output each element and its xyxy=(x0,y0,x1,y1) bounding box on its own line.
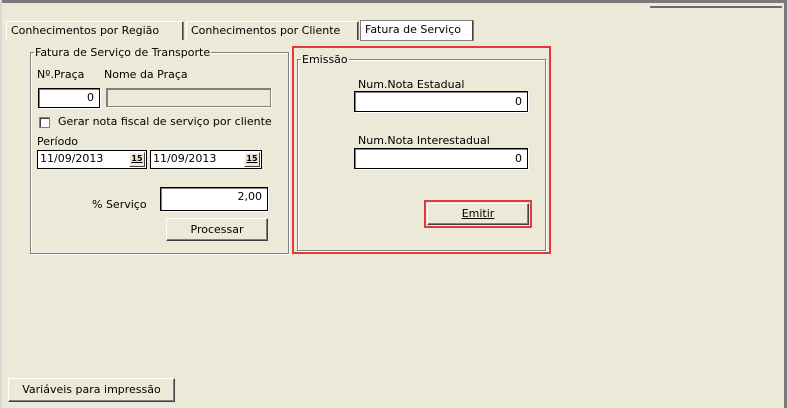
nota-interestadual-input[interactable]: 0 xyxy=(354,148,528,169)
window-left-border xyxy=(0,0,2,408)
praca-input[interactable]: 0 xyxy=(38,88,100,108)
tab-label: Conhecimentos por Região xyxy=(11,24,160,37)
nome-praca-label: Nome da Praça xyxy=(104,68,188,81)
date-start-value: 11/09/2013 xyxy=(40,152,104,165)
emitir-highlight-box xyxy=(424,200,532,228)
servico-label: % Serviço xyxy=(92,198,147,211)
nota-estadual-input[interactable]: 0 xyxy=(354,91,528,112)
variaveis-impressao-button[interactable]: Variáveis para impressão xyxy=(8,378,175,402)
processar-button[interactable]: Processar xyxy=(166,218,268,241)
praca-label: Nº.Praça xyxy=(37,68,85,81)
nota-estadual-label: Num.Nota Estadual xyxy=(358,78,465,91)
calendar-icon[interactable]: 15 xyxy=(129,152,145,167)
group-legend: Fatura de Serviço de Transporte xyxy=(35,46,211,59)
tab-conhecimentos-por-regiao[interactable]: Conhecimentos por Região xyxy=(6,21,184,40)
tab-label: Conhecimentos por Cliente xyxy=(191,24,341,37)
periodo-label: Período xyxy=(37,135,79,148)
date-end-value: 11/09/2013 xyxy=(153,152,217,165)
date-end-picker[interactable]: 11/09/2013 15 xyxy=(150,150,262,169)
top-right-divider xyxy=(650,6,782,8)
gerar-nota-checkbox[interactable] xyxy=(39,117,50,128)
checkbox-label: Gerar nota fiscal de serviço por cliente xyxy=(58,115,272,128)
tab-conhecimentos-por-cliente[interactable]: Conhecimentos por Cliente xyxy=(186,21,359,40)
window-top-border xyxy=(0,0,787,3)
nome-praca-input[interactable] xyxy=(106,88,271,107)
nota-interestadual-label: Num.Nota Interestadual xyxy=(358,134,490,147)
tab-label: Fatura de Serviço xyxy=(365,23,461,36)
tab-fatura-de-servico[interactable]: Fatura de Serviço xyxy=(360,20,474,41)
date-start-picker[interactable]: 11/09/2013 15 xyxy=(37,150,147,169)
servico-input[interactable]: 2,00 xyxy=(160,187,268,211)
calendar-icon[interactable]: 15 xyxy=(244,152,260,167)
